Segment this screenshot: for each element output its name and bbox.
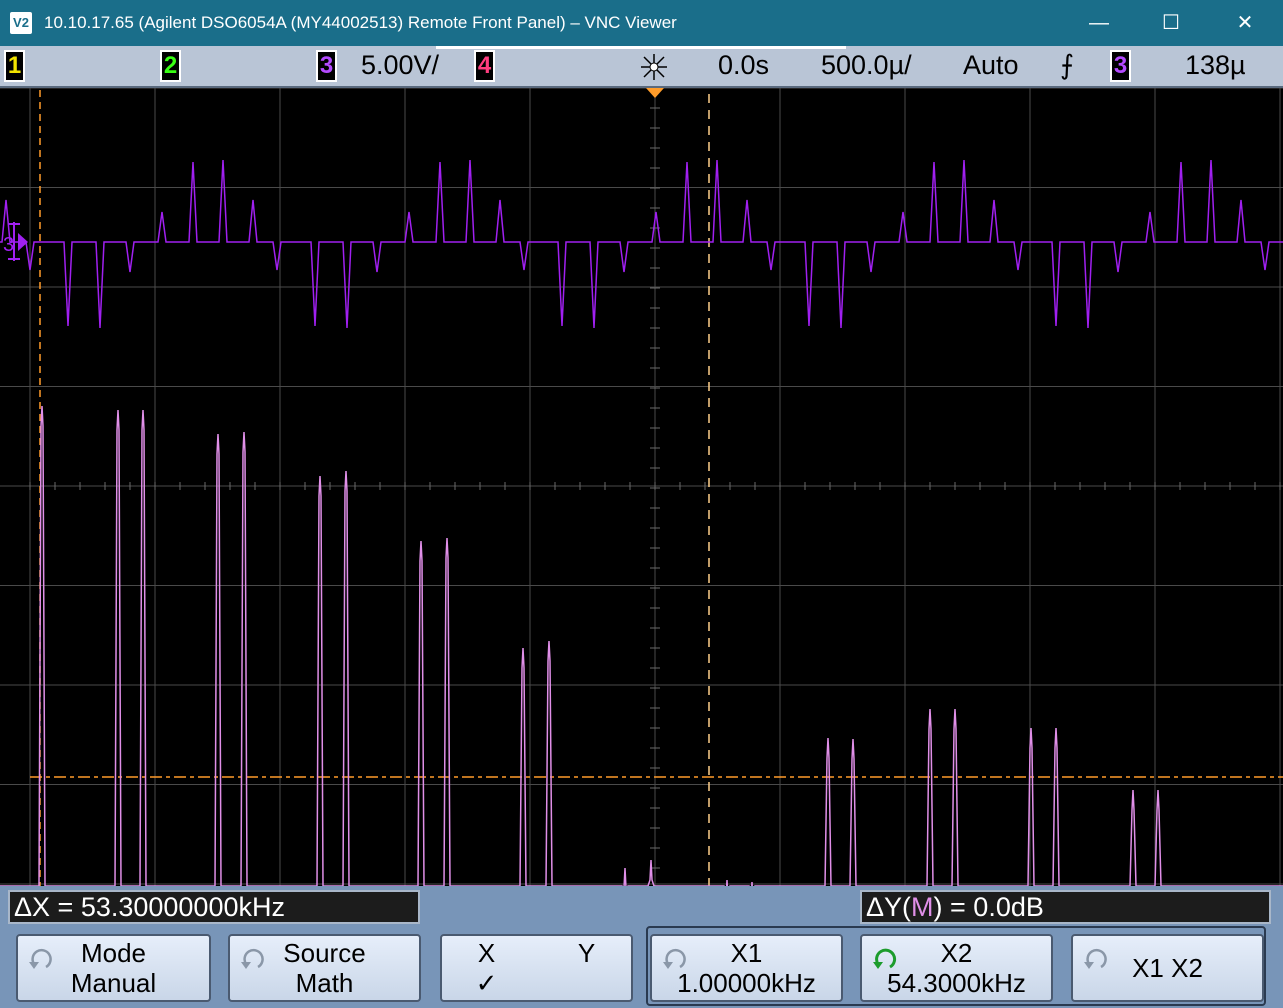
channel-3-waveform — [0, 159, 1283, 329]
window-titlebar: V2 10.10.17.65 (Agilent DSO6054A (MY4400… — [0, 0, 1283, 46]
trigger-level: 138µ — [1185, 50, 1246, 80]
x1-x2-label: X1 X2 — [1132, 953, 1203, 983]
channel-3-marker-label: 3 — [3, 234, 14, 256]
channel-3-scale: 5.00V/ — [361, 50, 440, 80]
trigger-position-marker — [646, 88, 664, 98]
trigger-source-indicator[interactable]: 3 — [1110, 50, 1131, 82]
trigger-mode: Auto — [963, 50, 1019, 80]
vnc-viewer-icon: V2 — [10, 12, 32, 34]
mode-label: Mode — [80, 938, 147, 968]
x1-value: 1.00000kHz — [677, 968, 816, 998]
x1-x2-cursor-softkey[interactable]: X1 X2 — [1071, 934, 1264, 1002]
xy-softkey[interactable]: X Y ✓ — [440, 934, 633, 1002]
channel-3-indicator[interactable]: 3 — [316, 50, 337, 82]
channel-4-indicator[interactable]: 4 — [474, 50, 495, 82]
trigger-slope-icon: ⨍ — [1060, 50, 1075, 80]
mode-softkey[interactable]: Mode Manual — [16, 934, 211, 1002]
delta-y-source: M — [911, 892, 934, 922]
x2-label: X2 — [940, 938, 973, 968]
delta-y-prefix: ΔY( — [866, 892, 912, 922]
close-button[interactable]: ✕ — [1210, 0, 1280, 46]
channel-2-indicator[interactable]: 2 — [160, 50, 181, 82]
delta-y-readout: ΔY(M) = 0.0dB — [860, 890, 1271, 924]
scope-display: 3 — [0, 88, 1283, 886]
x1-cursor-softkey[interactable]: X1 1.00000kHz — [650, 934, 843, 1002]
scope-status-bar: 1 2 3 5.00V/ 4 0.0s 500.0µ/ Auto ⨍ 3 138… — [0, 46, 1283, 88]
waveform-display: 3 — [0, 88, 1283, 886]
y-option-label: Y — [577, 938, 596, 968]
graticule — [0, 88, 1283, 886]
x1-label: X1 — [730, 938, 763, 968]
x2-value: 54.3000kHz — [887, 968, 1026, 998]
x2-cursor-softkey[interactable]: X2 54.3000kHz — [860, 934, 1053, 1002]
status-progress-line — [436, 46, 846, 49]
channel-1-indicator[interactable]: 1 — [4, 50, 25, 82]
delta-x-readout: ΔX = 53.30000000kHz — [8, 890, 420, 924]
softkey-panel: ΔX = 53.30000000kHz ΔY(M) = 0.0dB Mode M… — [0, 886, 1283, 1008]
minimize-button[interactable]: — — [1064, 0, 1134, 46]
math-fft-waveform — [0, 405, 1283, 886]
time-reference: 0.0s — [718, 50, 770, 80]
x-selected-check: ✓ — [475, 968, 498, 998]
delta-y-value: ) = 0.0dB — [933, 892, 1044, 922]
maximize-button[interactable]: ☐ — [1136, 0, 1206, 46]
run-acquire-icon — [641, 54, 667, 80]
mode-value: Manual — [70, 968, 157, 998]
window-title: 10.10.17.65 (Agilent DSO6054A (MY4400251… — [44, 13, 677, 32]
timebase-scale: 500.0µ/ — [821, 50, 912, 80]
